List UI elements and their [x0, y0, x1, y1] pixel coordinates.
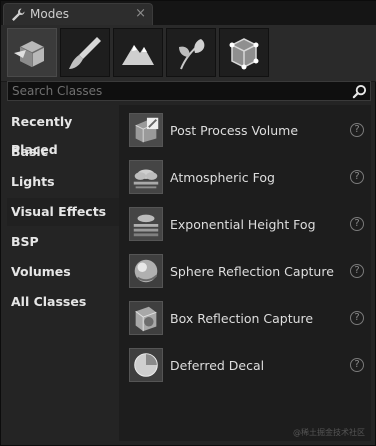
watermark: @稀土掘金技术社区	[293, 428, 365, 437]
atmospheric-fog-icon	[129, 160, 163, 194]
list-item[interactable]: Exponential Height Fog ?	[119, 204, 371, 248]
item-label: Exponential Height Fog	[170, 217, 316, 232]
tab-title: Modes	[30, 7, 69, 21]
item-label: Post Process Volume	[170, 123, 299, 138]
title-bar: Modes ×	[1, 1, 376, 25]
item-label: Deferred Decal	[170, 358, 265, 373]
help-icon[interactable]: ?	[350, 170, 364, 184]
category-basic[interactable]: Basic	[7, 138, 119, 166]
category-sidebar: Recently Placed Basic Lights Visual Effe…	[7, 105, 119, 441]
leaf-icon	[179, 39, 205, 70]
cube-place-icon	[14, 41, 45, 67]
category-visual-effects[interactable]: Visual Effects	[7, 198, 119, 226]
tab-modes[interactable]: Modes ×	[3, 3, 153, 25]
list-item[interactable]: Post Process Volume ?	[119, 110, 371, 154]
foliage-mode-button[interactable]	[166, 28, 216, 77]
category-lights[interactable]: Lights	[7, 168, 119, 196]
search-box	[7, 81, 371, 101]
modes-panel: Modes × Search Classes Recently Placed B…	[0, 0, 376, 446]
help-icon[interactable]: ?	[350, 217, 364, 231]
help-icon[interactable]: ?	[350, 311, 364, 325]
class-list: Post Process Volume ? Atmospheric Fog ?	[119, 105, 371, 441]
brush-icon	[69, 37, 101, 69]
category-recently-placed[interactable]: Recently Placed	[7, 108, 119, 157]
help-icon[interactable]: ?	[350, 358, 364, 372]
mountain-icon	[122, 45, 154, 65]
item-label: Box Reflection Capture	[170, 311, 314, 326]
deferred-decal-icon	[129, 348, 163, 382]
close-icon[interactable]: ×	[135, 6, 146, 21]
list-item[interactable]: Atmospheric Fog ?	[119, 157, 371, 201]
help-icon[interactable]: ?	[350, 123, 364, 137]
search-icon[interactable]	[352, 84, 367, 99]
item-label: Atmospheric Fog	[170, 170, 275, 185]
landscape-mode-button[interactable]	[113, 28, 163, 77]
mode-toolbar	[1, 25, 376, 82]
help-icon[interactable]: ?	[350, 264, 364, 278]
category-bsp[interactable]: BSP	[7, 228, 119, 256]
item-label: Sphere Reflection Capture	[170, 264, 334, 279]
place-mode-button[interactable]	[7, 28, 57, 77]
list-item[interactable]: Sphere Reflection Capture ?	[119, 251, 371, 295]
box-reflection-icon	[129, 301, 163, 335]
search-input[interactable]	[8, 82, 356, 100]
post-process-volume-icon	[129, 113, 163, 147]
geometry-mode-button[interactable]	[219, 28, 269, 77]
exponential-height-fog-icon	[129, 207, 163, 241]
list-item[interactable]: Deferred Decal ?	[119, 345, 371, 389]
list-item[interactable]: Box Reflection Capture ?	[119, 298, 371, 342]
category-all-classes[interactable]: All Classes	[7, 288, 119, 316]
category-volumes[interactable]: Volumes	[7, 258, 119, 286]
sphere-reflection-icon	[129, 254, 163, 288]
paint-mode-button[interactable]	[60, 28, 110, 77]
wrench-icon	[12, 8, 25, 21]
geometry-cube-icon	[229, 38, 259, 70]
